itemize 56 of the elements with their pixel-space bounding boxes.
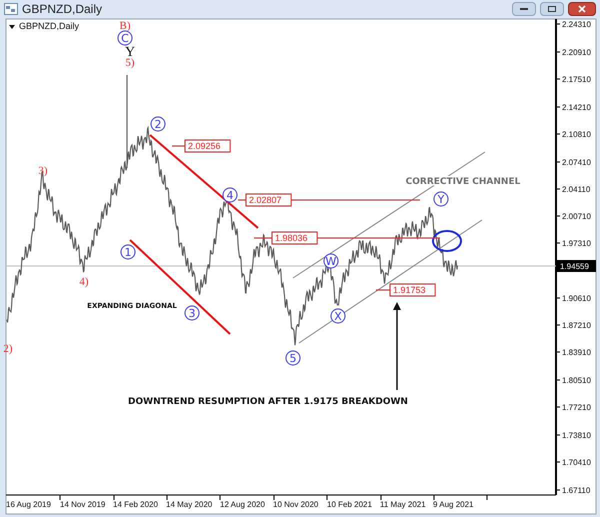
wave-label: 1 bbox=[120, 244, 136, 260]
price-axis-label: 1.67110 bbox=[562, 486, 590, 495]
chart-menu-icon bbox=[9, 25, 15, 29]
price-axis-label: 1.80510 bbox=[562, 376, 591, 385]
price-axis-label: 2.14210 bbox=[562, 103, 591, 112]
price-axis-label: 2.00710 bbox=[562, 212, 591, 221]
wave-label: 2) bbox=[3, 343, 13, 355]
price-axis-label: 1.70410 bbox=[562, 458, 591, 467]
window-icon bbox=[4, 3, 18, 15]
wave-label: 5) bbox=[125, 57, 135, 69]
date-axis-label: 14 May 2020 bbox=[166, 500, 212, 509]
price-level-tag: 2.09256 bbox=[184, 140, 231, 152]
price-axis-label: 2.04110 bbox=[562, 185, 590, 194]
date-axis-label: 9 Aug 2021 bbox=[433, 500, 474, 509]
highlight-ellipse bbox=[432, 230, 462, 252]
close-button[interactable] bbox=[568, 2, 596, 16]
wave-label: W bbox=[324, 254, 338, 268]
wave-label: Y bbox=[124, 45, 136, 60]
price-axis-label: 1.90610 bbox=[562, 294, 591, 303]
wave-label: 2 bbox=[150, 116, 166, 132]
chart-title: GBPNZD,Daily bbox=[19, 21, 80, 31]
price-axis-label: 2.07410 bbox=[562, 158, 591, 167]
date-axis-label: 11 May 2021 bbox=[380, 500, 426, 509]
price-axis-label: 1.97310 bbox=[562, 239, 591, 248]
date-axis-label: 10 Feb 2021 bbox=[327, 500, 372, 509]
price-axis-label: 1.87210 bbox=[562, 321, 591, 330]
price-axis-label: 2.24310 bbox=[562, 20, 591, 29]
current-price-tag: 1.94559 bbox=[556, 260, 596, 272]
close-icon bbox=[578, 5, 586, 13]
wave-label: C bbox=[118, 30, 132, 46]
price-level-tag: 1.98036 bbox=[272, 232, 318, 244]
chart-caption: DOWNTREND RESUMPTION AFTER 1.9175 BREAKDOWN bbox=[128, 397, 408, 407]
wave-label: 3 bbox=[184, 306, 200, 320]
date-axis-label: 14 Feb 2020 bbox=[113, 500, 158, 509]
price-axis-label: 2.10810 bbox=[562, 130, 591, 139]
maximize-button[interactable] bbox=[540, 2, 564, 16]
price-axis-label: 1.83910 bbox=[562, 348, 591, 357]
wave-label: X bbox=[330, 308, 346, 324]
price-level-tag: 1.91753 bbox=[390, 284, 436, 296]
wave-label: Y bbox=[434, 192, 448, 206]
minimize-button[interactable] bbox=[512, 2, 536, 16]
date-axis-label: 14 Nov 2019 bbox=[60, 500, 106, 509]
date-axis-label: 10 Nov 2020 bbox=[273, 500, 318, 509]
date-axis-label: 12 Aug 2020 bbox=[220, 500, 265, 509]
date-axis-label: 16 Aug 2019 bbox=[6, 500, 51, 509]
price-axis-label: 1.77210 bbox=[562, 403, 591, 412]
price-axis-label: 2.20910 bbox=[562, 48, 591, 57]
wave-label: B) bbox=[120, 20, 130, 32]
wave-label: 5 bbox=[286, 350, 300, 366]
wave-label: 4) bbox=[79, 276, 89, 288]
wave-label: 4 bbox=[222, 188, 238, 202]
price-axis-label: 1.73810 bbox=[562, 431, 591, 440]
price-level-tag: 2.02807 bbox=[246, 194, 292, 206]
wave-label: 3) bbox=[38, 165, 48, 177]
window-title: GBPNZD,Daily bbox=[22, 1, 102, 18]
price-axis-label: 2.17510 bbox=[562, 75, 591, 84]
